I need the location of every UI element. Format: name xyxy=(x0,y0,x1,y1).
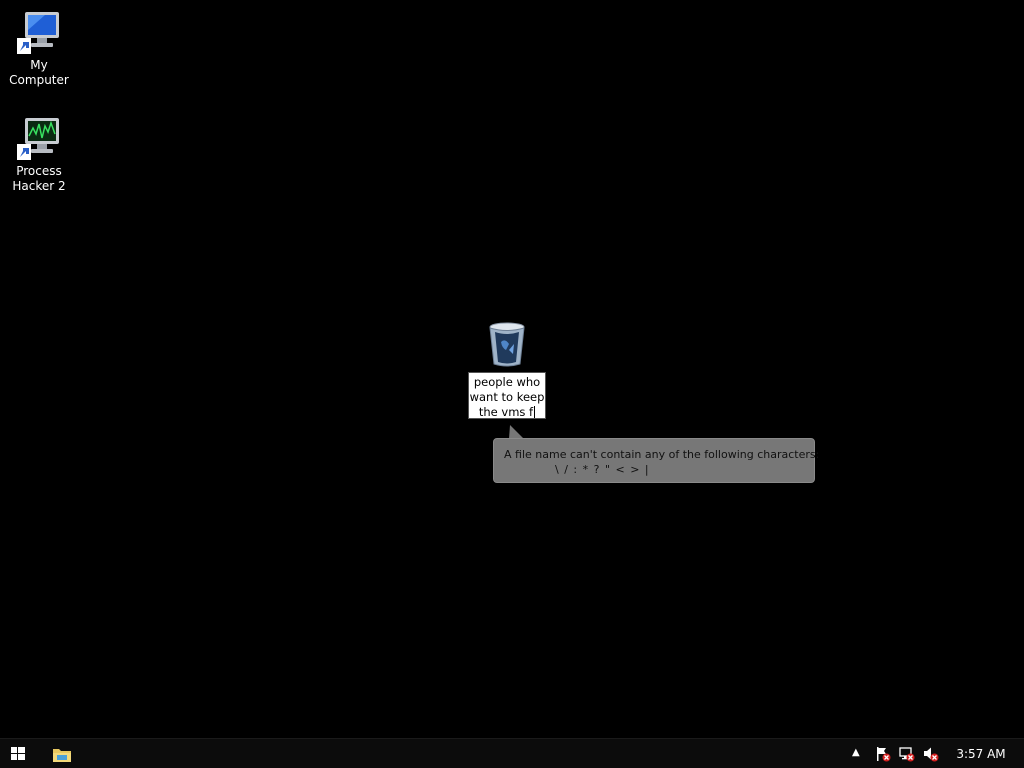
balloon-tail xyxy=(509,425,524,439)
rename-text-line3: the vms f xyxy=(478,405,534,419)
rename-text-line1: people who xyxy=(473,375,541,389)
volume-muted-icon[interactable] xyxy=(923,746,939,762)
balloon-message: A file name can't contain any of the fol… xyxy=(504,448,820,461)
desktop-icon-label: My Computer xyxy=(9,58,69,87)
desktop-icon-process-hacker[interactable]: Process Hacker 2 xyxy=(0,114,79,194)
rename-textbox[interactable]: people who want to keep the vms f xyxy=(468,372,546,419)
desktop[interactable]: My Computer Process Hacker 2 people who … xyxy=(0,0,1024,738)
taskbar-clock[interactable]: 3:57 AM xyxy=(952,747,1010,761)
text-caret xyxy=(534,406,536,418)
windows-logo-icon[interactable] xyxy=(6,744,30,764)
desktop-icon-my-computer[interactable]: My Computer xyxy=(0,8,79,88)
recycle-bin-icon xyxy=(489,322,525,367)
desktop-icon-label-line2: Hacker 2 xyxy=(12,179,66,193)
balloon-invalid-chars: \ / : * ? " < > | xyxy=(555,463,650,476)
file-explorer-icon[interactable] xyxy=(50,743,74,765)
rename-text-line2: want to keep xyxy=(469,390,545,404)
desktop-icon-label-line1: Process xyxy=(16,164,62,178)
network-icon[interactable] xyxy=(899,746,915,762)
desktop-icon-recycle-bin[interactable] xyxy=(466,320,548,370)
invalid-filename-balloon[interactable]: A file name can't contain any of the fol… xyxy=(493,438,819,483)
show-hidden-icons-chevron-icon[interactable]: ▲ xyxy=(852,747,860,758)
taskbar: ▲ 3:57 AM xyxy=(0,738,1024,768)
action-center-flag-icon[interactable] xyxy=(875,746,891,762)
computer-icon xyxy=(17,12,59,54)
process-hacker-icon xyxy=(17,118,59,160)
